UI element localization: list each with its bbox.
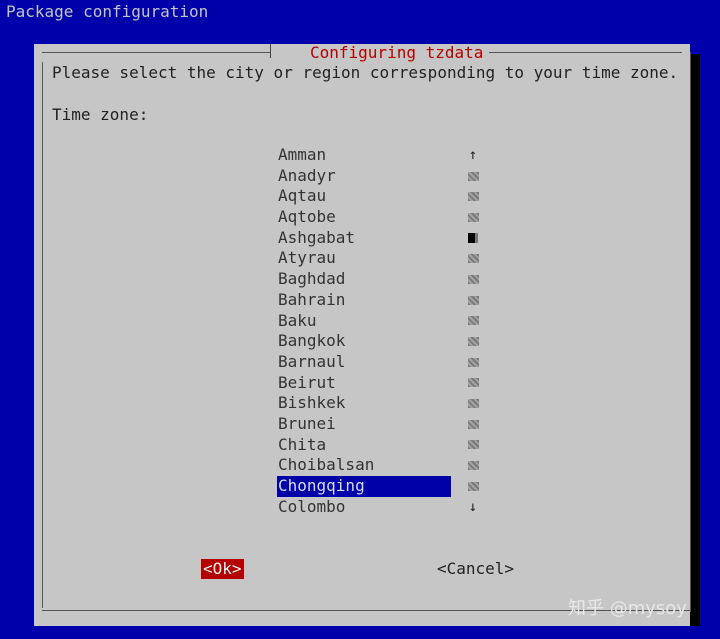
- dialog-title: Configuring tzdata: [304, 44, 490, 62]
- scroll-track: [467, 295, 479, 305]
- scroll-track: [467, 357, 479, 367]
- window-title: Package configuration: [6, 2, 209, 21]
- list-item[interactable]: Bangkok: [277, 331, 451, 352]
- scroll-track: [467, 337, 479, 347]
- list-item[interactable]: Choibalsan: [277, 455, 451, 476]
- list-item[interactable]: Anadyr: [277, 166, 451, 187]
- scroll-up-arrow-icon[interactable]: ↑: [469, 147, 477, 163]
- scroll-thumb[interactable]: [468, 233, 478, 244]
- ok-button[interactable]: <Ok>: [201, 559, 244, 579]
- scroll-track: [467, 399, 479, 409]
- scroll-track: [467, 274, 479, 284]
- scroll-track: [467, 254, 479, 264]
- cancel-button[interactable]: <Cancel>: [437, 559, 514, 579]
- frame-left: [42, 62, 43, 608]
- list-item[interactable]: Chita: [277, 435, 451, 456]
- dialog-prompt: Please select the city or region corresp…: [52, 63, 679, 82]
- scroll-track: [467, 171, 479, 181]
- scroll-track: [467, 192, 479, 202]
- list-item[interactable]: Colombo: [277, 497, 451, 518]
- scrollbar[interactable]: ↑ ↓: [464, 145, 482, 517]
- list-item[interactable]: Bishkek: [277, 393, 451, 414]
- timezone-list[interactable]: Amman Anadyr Aqtau Aqtobe Ashgabat Atyrau Bagh…: [277, 145, 451, 517]
- scroll-track: [467, 440, 479, 450]
- scroll-track: [467, 419, 479, 429]
- list-item[interactable]: Aqtobe: [277, 207, 451, 228]
- title-tick-left: [270, 44, 271, 58]
- scroll-track: [467, 378, 479, 388]
- list-item[interactable]: Bahrain: [277, 290, 451, 311]
- list-item[interactable]: Barnaul: [277, 352, 451, 373]
- list-item[interactable]: Aqtau: [277, 186, 451, 207]
- list-item[interactable]: Amman: [277, 145, 451, 166]
- timezone-label: Time zone:: [52, 105, 149, 124]
- list-item[interactable]: Chongqing: [277, 476, 451, 497]
- list-item[interactable]: Atyrau: [277, 248, 451, 269]
- watermark: 知乎 @mysoy: [568, 598, 687, 619]
- scroll-track: [467, 481, 479, 491]
- frame-right: [690, 52, 691, 612]
- scroll-track: [467, 461, 479, 471]
- frame-top-right: [468, 52, 682, 53]
- scroll-track: [467, 316, 479, 326]
- scroll-down-arrow-icon[interactable]: ↓: [469, 499, 477, 515]
- list-item[interactable]: Baghdad: [277, 269, 451, 290]
- list-item[interactable]: Brunei: [277, 414, 451, 435]
- frame-top-left: [42, 52, 270, 53]
- list-item[interactable]: Ashgabat: [277, 228, 451, 249]
- scroll-track: [467, 212, 479, 222]
- tzdata-dialog: Configuring tzdata Please select the cit…: [34, 44, 691, 626]
- list-item[interactable]: Beirut: [277, 373, 451, 394]
- list-item[interactable]: Baku: [277, 311, 451, 332]
